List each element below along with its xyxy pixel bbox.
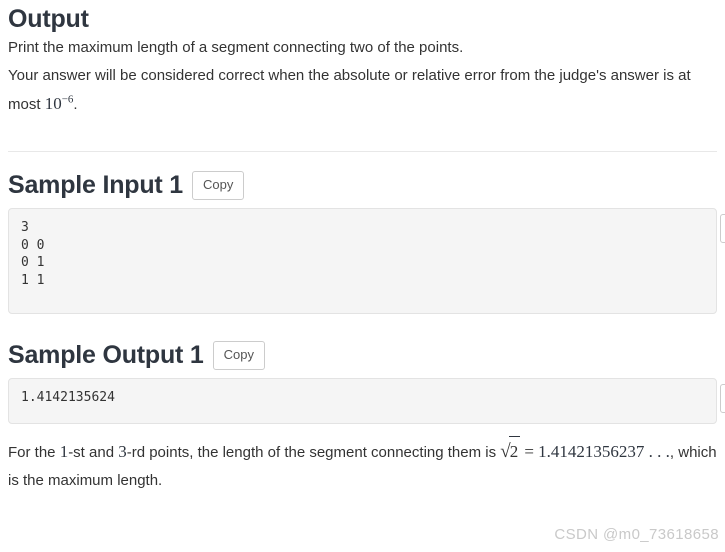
sample-input-code-wrap: 3 0 0 0 1 1 1 Copy <box>8 208 725 314</box>
csdn-watermark: CSDN @m0_73618658 <box>554 526 719 543</box>
problem-statement-page: Output Print the maximum length of a seg… <box>0 0 725 552</box>
copy-sample-output-button[interactable]: Copy <box>212 340 265 370</box>
explanation-math-index-2: 3 <box>118 442 127 461</box>
explanation-math-value: 1.41421356237 . . . <box>538 442 670 461</box>
math-tolerance: 10−6 <box>45 94 74 113</box>
copy-sample-input-button[interactable]: Copy <box>192 170 245 200</box>
precision-text-tail: . <box>73 96 78 113</box>
explanation-math-index-1: 1 <box>59 442 69 461</box>
sample-output-heading-row: Sample Output 1 Copy <box>8 340 717 370</box>
sample-output-title: Sample Output 1 <box>8 341 204 369</box>
sample-explanation: For the 1-st and 3-rd points, the length… <box>8 436 717 495</box>
radical-radicand: 2 <box>508 436 521 466</box>
sample-input-heading-row: Sample Input 1 Copy <box>8 170 717 200</box>
explanation-text-3: -rd points, the length of the segment co… <box>126 444 501 461</box>
equals-sign: = <box>524 442 534 461</box>
copy-sample-output-inline-button[interactable]: Copy <box>720 384 725 413</box>
math-tolerance-exponent: −6 <box>61 93 74 106</box>
sample-output-code: 1.4142135624 <box>8 378 717 424</box>
page-title-output: Output <box>8 5 89 33</box>
explanation-text-1: For the <box>8 444 60 461</box>
output-precision-paragraph: Your answer will be considered correct w… <box>8 62 717 119</box>
sqrt-two-math: √2 <box>500 436 521 466</box>
output-description-paragraph: Print the maximum length of a segment co… <box>8 39 464 56</box>
math-tolerance-base: 10 <box>44 94 62 113</box>
precision-text-lead: Your answer will be considered correct w… <box>8 67 691 113</box>
explanation-text-2: -st and <box>68 444 119 461</box>
sample-input-code: 3 0 0 0 1 1 1 <box>8 208 717 314</box>
copy-sample-input-inline-button[interactable]: Copy <box>720 214 725 243</box>
sample-output-code-wrap: 1.4142135624 Copy <box>8 378 725 424</box>
sample-input-title: Sample Input 1 <box>8 171 184 199</box>
